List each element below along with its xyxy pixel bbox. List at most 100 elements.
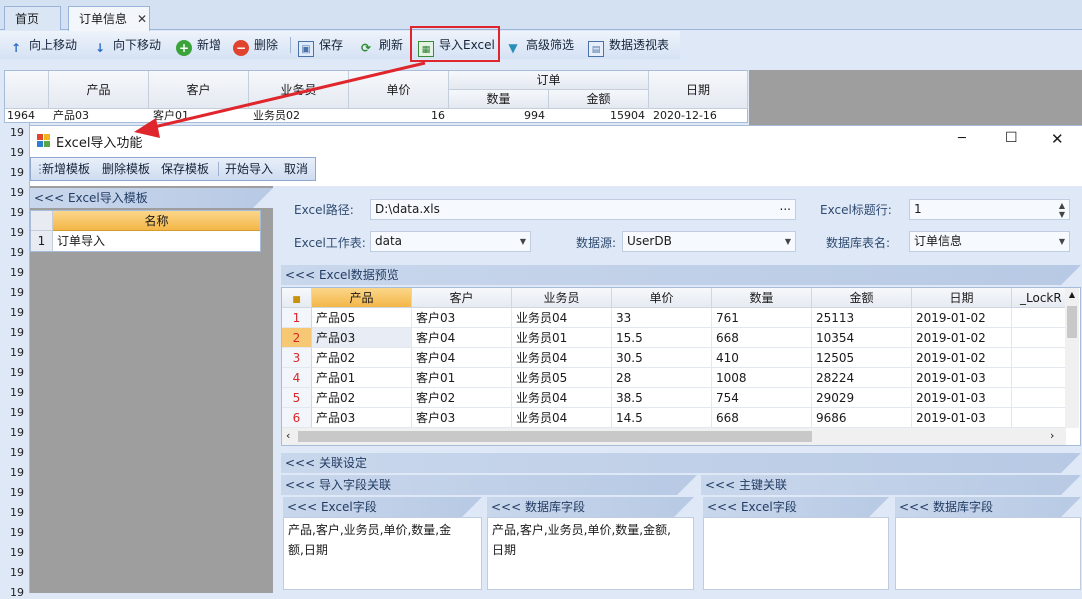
- preview-cell[interactable]: 产品03: [312, 328, 412, 348]
- scroll-thumb[interactable]: [298, 431, 812, 442]
- preview-col-header[interactable]: _LockR: [1012, 288, 1066, 308]
- preview-cell[interactable]: 28224: [812, 368, 912, 388]
- scroll-right-icon[interactable]: ›: [1050, 429, 1054, 442]
- start-import-button[interactable]: 开始导入: [225, 158, 273, 180]
- cell-date[interactable]: 2020-12-16: [653, 109, 747, 123]
- cell-qty[interactable]: 994: [449, 109, 545, 123]
- advanced-filter-button[interactable]: ▼ 高级筛选: [505, 31, 574, 59]
- preview-cell[interactable]: 12505: [812, 348, 912, 368]
- preview-col-header[interactable]: 单价: [612, 288, 712, 308]
- add-button[interactable]: + 新增: [176, 31, 221, 59]
- browse-button[interactable]: ...: [780, 197, 791, 216]
- preview-cell[interactable]: 25113: [812, 308, 912, 328]
- preview-cell[interactable]: 30.5: [612, 348, 712, 368]
- preview-cell[interactable]: 2019-01-02: [912, 348, 1012, 368]
- preview-cell[interactable]: 业务员01: [512, 328, 612, 348]
- db-fields-textarea[interactable]: 产品,客户,业务员,单价,数量,金额,日期: [487, 517, 694, 590]
- template-row-name[interactable]: 订单导入: [57, 231, 257, 251]
- excel-path-input[interactable]: D:\data.xls...: [370, 199, 796, 220]
- preview-row-number[interactable]: 4: [282, 368, 312, 388]
- col-header-date[interactable]: 日期: [649, 71, 748, 109]
- vertical-scrollbar[interactable]: ▲: [1065, 288, 1079, 428]
- preview-cell[interactable]: 业务员04: [512, 388, 612, 408]
- preview-cell[interactable]: 33: [612, 308, 712, 328]
- preview-col-header[interactable]: 金额: [812, 288, 912, 308]
- preview-col-header[interactable]: 客户: [412, 288, 512, 308]
- preview-cell[interactable]: 业务员04: [512, 348, 612, 368]
- preview-cell[interactable]: [1012, 408, 1066, 428]
- preview-cell[interactable]: 产品02: [312, 388, 412, 408]
- delete-template-button[interactable]: 删除模板: [102, 158, 150, 180]
- preview-row-number[interactable]: 3: [282, 348, 312, 368]
- preview-cell[interactable]: 产品05: [312, 308, 412, 328]
- key-excel-fields-textarea[interactable]: [703, 517, 889, 590]
- preview-cell[interactable]: 15.5: [612, 328, 712, 348]
- excel-fields-textarea[interactable]: 产品,客户,业务员,单价,数量,金额,日期: [283, 517, 482, 590]
- save-button[interactable]: ▣ 保存: [298, 31, 343, 59]
- preview-cell[interactable]: 754: [712, 388, 812, 408]
- minimize-button[interactable]: ─: [958, 131, 966, 146]
- preview-cell[interactable]: 38.5: [612, 388, 712, 408]
- table-name-select[interactable]: 订单信息 ▼: [909, 231, 1070, 252]
- preview-row-number[interactable]: 5: [282, 388, 312, 408]
- preview-cell[interactable]: 2019-01-02: [912, 308, 1012, 328]
- tab-close-icon[interactable]: ✕: [135, 7, 149, 31]
- preview-cell[interactable]: [1012, 388, 1066, 408]
- preview-col-header[interactable]: 产品: [312, 288, 412, 308]
- preview-cell[interactable]: 668: [712, 328, 812, 348]
- move-down-button[interactable]: ↓ 向下移动: [92, 31, 161, 59]
- preview-cell[interactable]: 10354: [812, 328, 912, 348]
- preview-cell[interactable]: [1012, 328, 1066, 348]
- col-header-qty[interactable]: 数量: [449, 90, 549, 109]
- save-template-button[interactable]: 保存模板: [161, 158, 209, 180]
- maximize-button[interactable]: ☐: [1005, 130, 1018, 146]
- preview-cell[interactable]: 业务员04: [512, 308, 612, 328]
- refresh-button[interactable]: ⟳ 刷新: [358, 31, 403, 59]
- preview-cell[interactable]: 28: [612, 368, 712, 388]
- preview-cell[interactable]: 2019-01-03: [912, 388, 1012, 408]
- preview-cell[interactable]: 2019-01-02: [912, 328, 1012, 348]
- key-db-fields-textarea[interactable]: [895, 517, 1081, 590]
- horizontal-scrollbar[interactable]: ‹ ›: [282, 428, 1066, 445]
- preview-cell[interactable]: [1012, 308, 1066, 328]
- delete-button[interactable]: − 删除: [233, 31, 278, 59]
- col-header-amount[interactable]: 金额: [549, 90, 649, 109]
- preview-cell[interactable]: 410: [712, 348, 812, 368]
- preview-cell[interactable]: 668: [712, 408, 812, 428]
- preview-col-header[interactable]: 业务员: [512, 288, 612, 308]
- preview-row-number[interactable]: 2: [282, 328, 312, 348]
- new-template-button[interactable]: 新增模板: [42, 158, 90, 180]
- preview-cell[interactable]: 客户02: [412, 388, 512, 408]
- preview-cell[interactable]: [1012, 348, 1066, 368]
- preview-cell[interactable]: 产品02: [312, 348, 412, 368]
- preview-cell[interactable]: 761: [712, 308, 812, 328]
- template-col-name[interactable]: 名称: [53, 211, 260, 231]
- tab-orders[interactable]: 订单信息 ✕: [68, 6, 150, 31]
- move-up-button[interactable]: ↑ 向上移动: [8, 31, 77, 59]
- header-row-spinner[interactable]: 1 ▲ ▼: [909, 199, 1070, 220]
- preview-cell[interactable]: 9686: [812, 408, 912, 428]
- preview-col-header[interactable]: 数量: [712, 288, 812, 308]
- preview-cell[interactable]: 客户03: [412, 408, 512, 428]
- cell-amount[interactable]: 15904: [549, 109, 645, 123]
- sheet-select[interactable]: data ▼: [370, 231, 531, 252]
- preview-cell[interactable]: 客户01: [412, 368, 512, 388]
- datasource-select[interactable]: UserDB ▼: [622, 231, 796, 252]
- preview-cell[interactable]: 产品01: [312, 368, 412, 388]
- tab-home[interactable]: 首页: [4, 6, 61, 30]
- preview-cell[interactable]: 14.5: [612, 408, 712, 428]
- preview-cell[interactable]: 业务员04: [512, 408, 612, 428]
- scroll-up-icon[interactable]: ▲: [1065, 288, 1079, 302]
- preview-cell[interactable]: 1008: [712, 368, 812, 388]
- preview-col-header[interactable]: 日期: [912, 288, 1012, 308]
- preview-cell[interactable]: [1012, 368, 1066, 388]
- preview-cell[interactable]: 业务员05: [512, 368, 612, 388]
- preview-cell[interactable]: 29029: [812, 388, 912, 408]
- preview-cell[interactable]: 客户04: [412, 328, 512, 348]
- preview-row-number[interactable]: 1: [282, 308, 312, 328]
- pivot-table-button[interactable]: ▤ 数据透视表: [588, 31, 669, 59]
- preview-cell[interactable]: 2019-01-03: [912, 368, 1012, 388]
- preview-cell[interactable]: 2019-01-03: [912, 408, 1012, 428]
- preview-cell[interactable]: 客户04: [412, 348, 512, 368]
- cancel-button[interactable]: 取消: [284, 158, 308, 180]
